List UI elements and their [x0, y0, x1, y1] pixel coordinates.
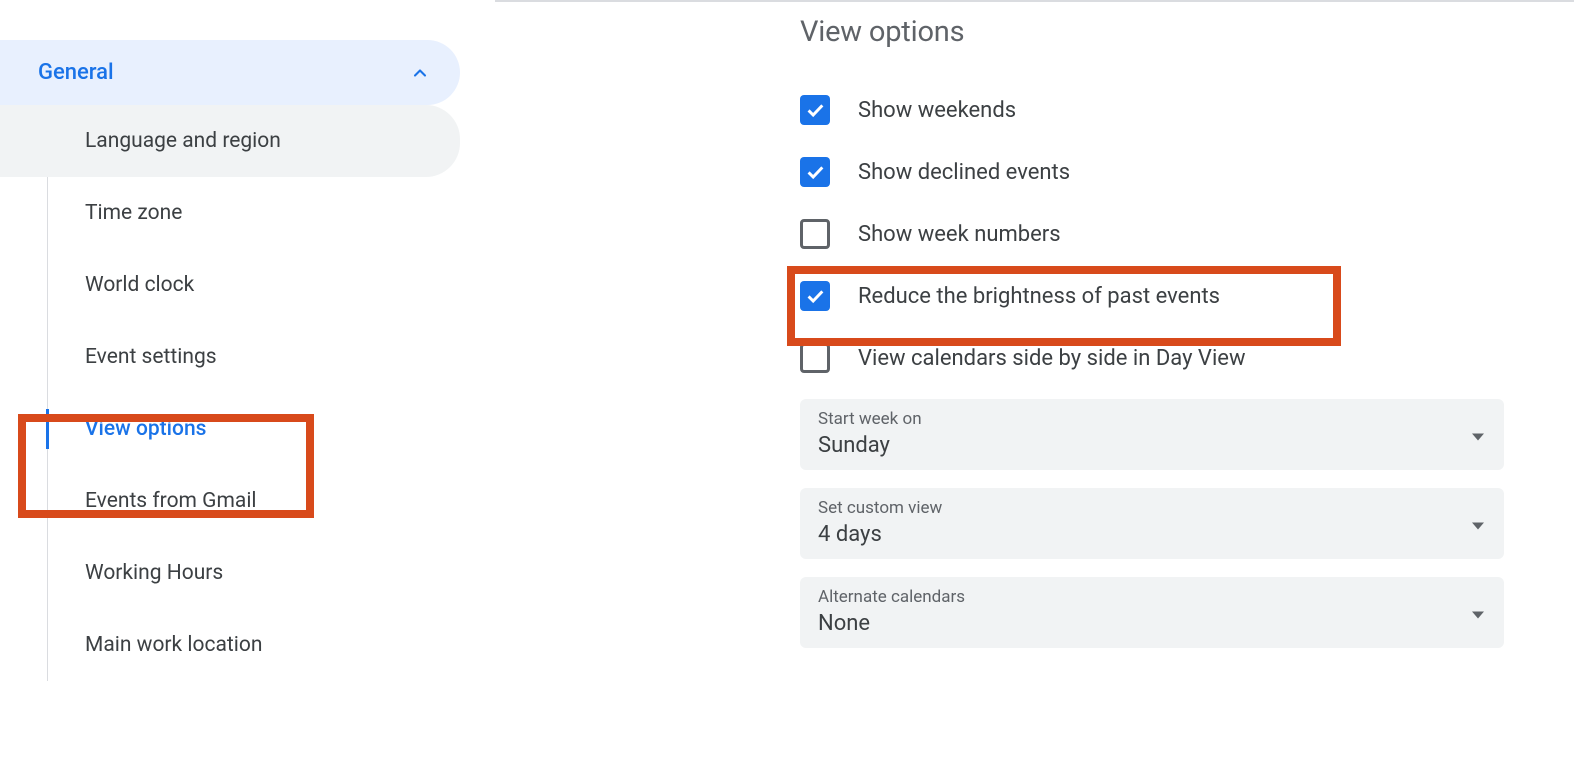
- sidebar-item-events-from-gmail[interactable]: Events from Gmail: [0, 465, 460, 537]
- option-label: View calendars side by side in Day View: [858, 346, 1246, 371]
- option-side-by-side-day-view[interactable]: View calendars side by side in Day View: [800, 327, 1504, 389]
- sidebar-item-label: View options: [85, 417, 206, 441]
- option-show-declined-events[interactable]: Show declined events: [800, 141, 1504, 203]
- sidebar-item-time-zone[interactable]: Time zone: [0, 177, 460, 249]
- settings-panel: View options Show weekends Show declined…: [460, 0, 1574, 768]
- select-group: Start week on Sunday Set custom view 4 d…: [800, 399, 1504, 648]
- sidebar-item-label: World clock: [85, 273, 194, 297]
- checkbox-checked-icon[interactable]: [800, 157, 830, 187]
- sidebar-item-event-settings[interactable]: Event settings: [0, 321, 460, 393]
- select-label: Set custom view: [818, 498, 1486, 518]
- sidebar-item-world-clock[interactable]: World clock: [0, 249, 460, 321]
- sidebar-section-label: General: [38, 60, 114, 85]
- option-show-weekends[interactable]: Show weekends: [800, 79, 1504, 141]
- sidebar-item-label: Event settings: [85, 345, 217, 369]
- checkbox-checked-icon[interactable]: [800, 95, 830, 125]
- sidebar-section-general[interactable]: General: [0, 40, 460, 105]
- option-show-week-numbers[interactable]: Show week numbers: [800, 203, 1504, 265]
- select-label: Alternate calendars: [818, 587, 1486, 607]
- select-label: Start week on: [818, 409, 1486, 429]
- section-title: View options: [800, 15, 1504, 49]
- top-border: [495, 0, 1574, 2]
- dropdown-arrow-icon: [1472, 425, 1484, 444]
- sidebar-item-label: Main work location: [85, 633, 262, 657]
- option-reduce-brightness-past-events[interactable]: Reduce the brightness of past events: [800, 265, 1504, 327]
- sidebar-item-language-and-region[interactable]: Language and region: [0, 105, 460, 177]
- select-value: 4 days: [818, 522, 1486, 547]
- option-label: Show week numbers: [858, 222, 1061, 247]
- sidebar-item-label: Events from Gmail: [85, 489, 257, 513]
- sidebar-item-view-options[interactable]: View options: [0, 393, 460, 465]
- sidebar-item-label: Language and region: [85, 129, 281, 153]
- select-set-custom-view[interactable]: Set custom view 4 days: [800, 488, 1504, 559]
- option-label: Reduce the brightness of past events: [858, 284, 1220, 309]
- dropdown-arrow-icon: [1472, 603, 1484, 622]
- checkbox-unchecked-icon[interactable]: [800, 219, 830, 249]
- sidebar-items: Language and region Time zone World cloc…: [0, 105, 460, 681]
- chevron-up-icon: [410, 63, 430, 83]
- select-value: Sunday: [818, 433, 1486, 458]
- sidebar-item-label: Working Hours: [85, 561, 223, 585]
- active-indicator: [46, 409, 49, 449]
- select-alternate-calendars[interactable]: Alternate calendars None: [800, 577, 1504, 648]
- select-value: None: [818, 611, 1486, 636]
- settings-sidebar: General Language and region Time zone Wo…: [0, 0, 460, 768]
- checkbox-unchecked-icon[interactable]: [800, 343, 830, 373]
- checkbox-checked-icon[interactable]: [800, 281, 830, 311]
- dropdown-arrow-icon: [1472, 514, 1484, 533]
- sidebar-item-main-work-location[interactable]: Main work location: [0, 609, 460, 681]
- option-label: Show declined events: [858, 160, 1070, 185]
- sidebar-item-working-hours[interactable]: Working Hours: [0, 537, 460, 609]
- select-start-week-on[interactable]: Start week on Sunday: [800, 399, 1504, 470]
- option-label: Show weekends: [858, 98, 1016, 123]
- sidebar-item-label: Time zone: [85, 201, 182, 225]
